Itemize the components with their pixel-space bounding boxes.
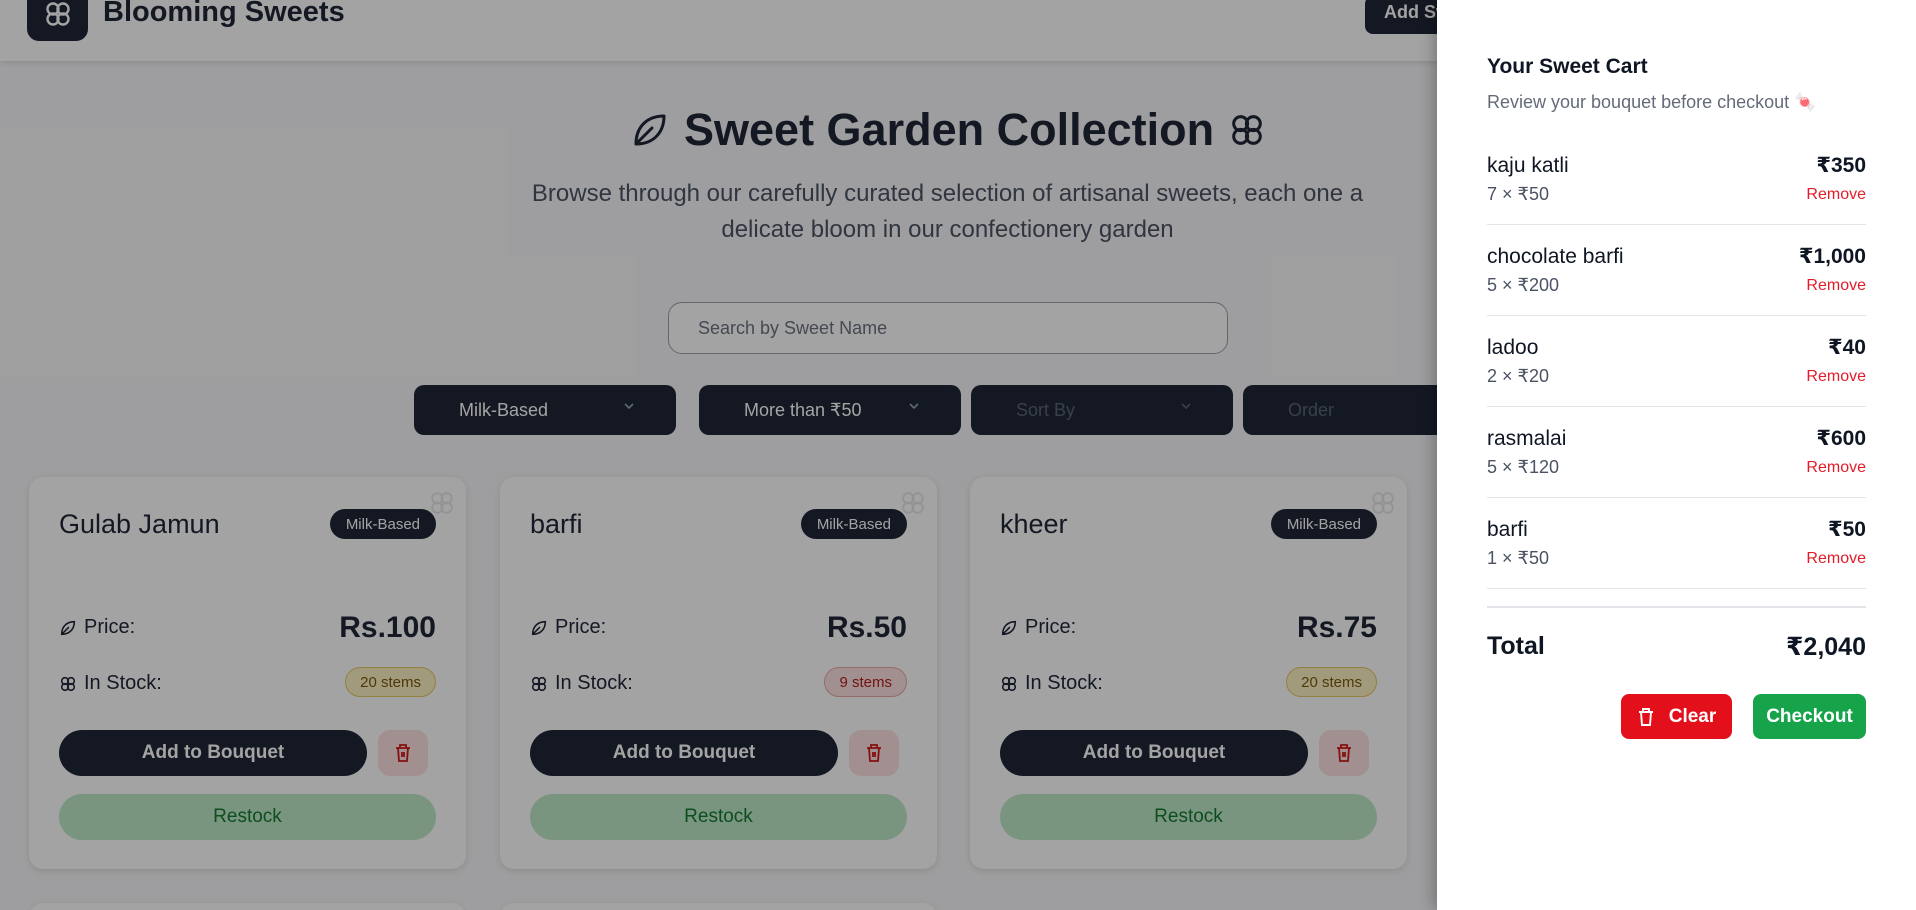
- cart-item-total: ₹350: [1816, 154, 1866, 177]
- cart-item-qty: 5 × ₹200: [1487, 275, 1560, 295]
- clear-cart-button[interactable]: Clear: [1621, 694, 1732, 739]
- cart-item-qty: 7 × ₹50: [1487, 184, 1549, 204]
- checkout-button[interactable]: Checkout: [1753, 694, 1866, 739]
- cart-item-qty: 1 × ₹50: [1487, 548, 1549, 568]
- cart-item: chocolate barfi 5 × ₹200 ₹1,000 Remove: [1487, 225, 1866, 316]
- total-value: ₹2,040: [1786, 633, 1866, 661]
- cart-item-total: ₹600: [1816, 427, 1866, 450]
- cart-item-total: ₹40: [1828, 336, 1866, 359]
- cart-item-name: ladoo: [1487, 336, 1539, 359]
- cart-item: rasmalai 5 × ₹120 ₹600 Remove: [1487, 407, 1866, 498]
- remove-link[interactable]: Remove: [1806, 459, 1866, 477]
- remove-link[interactable]: Remove: [1806, 277, 1866, 295]
- cart-item-qty: 2 × ₹20: [1487, 366, 1549, 386]
- cart-item-name: barfi: [1487, 518, 1528, 541]
- remove-link[interactable]: Remove: [1806, 550, 1866, 568]
- cart-item-qty: 5 × ₹120: [1487, 457, 1560, 477]
- cart-divider: [1487, 606, 1866, 608]
- cart-item-name: chocolate barfi: [1487, 245, 1624, 268]
- total-label: Total: [1487, 632, 1545, 660]
- cart-drawer: Your Sweet Cart Review your bouquet befo…: [1437, 0, 1916, 910]
- cart-title: Your Sweet Cart: [1487, 55, 1648, 78]
- cart-item-name: rasmalai: [1487, 427, 1567, 450]
- remove-link[interactable]: Remove: [1806, 186, 1866, 204]
- cart-item-total: ₹1,000: [1798, 245, 1866, 268]
- cart-subtitle: Review your bouquet before checkout 🍬: [1487, 92, 1817, 112]
- cart-item: ladoo 2 × ₹20 ₹40 Remove: [1487, 316, 1866, 407]
- remove-link[interactable]: Remove: [1806, 368, 1866, 386]
- clear-label: Clear: [1668, 705, 1717, 727]
- cart-item: barfi 1 × ₹50 ₹50 Remove: [1487, 498, 1866, 589]
- cart-item-name: kaju katli: [1487, 154, 1569, 177]
- cart-item-total: ₹50: [1828, 518, 1866, 541]
- trash-icon: [1638, 707, 1653, 726]
- cart-item: kaju katli 7 × ₹50 ₹350 Remove: [1487, 134, 1866, 225]
